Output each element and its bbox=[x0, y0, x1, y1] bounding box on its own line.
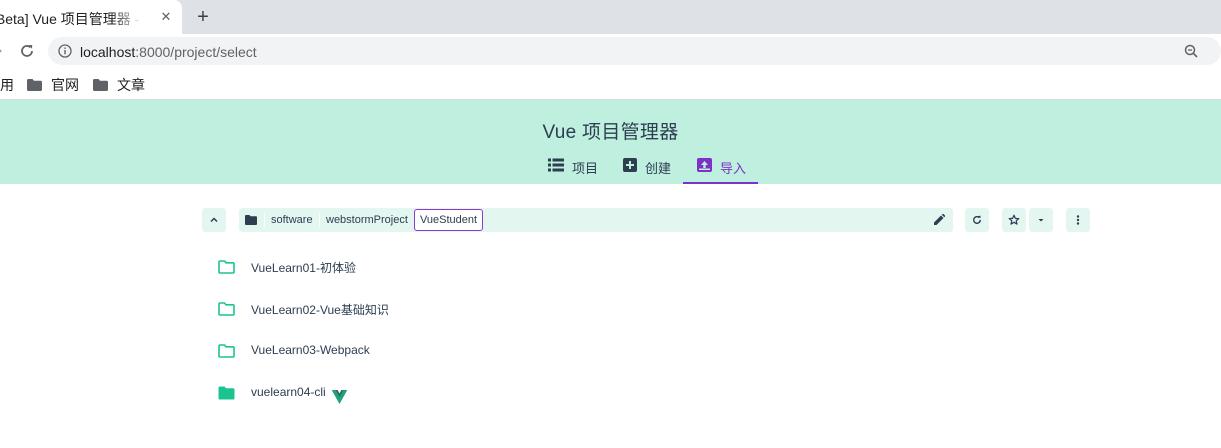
folder-name: VueLearn01-初体验 bbox=[251, 261, 356, 275]
caret-down-icon bbox=[1038, 219, 1044, 222]
folder-name: vuelearn04-cli bbox=[251, 385, 326, 399]
bookmark-apps[interactable]: 用 bbox=[0, 75, 14, 95]
info-icon[interactable] bbox=[58, 44, 72, 58]
folder-row[interactable]: VueLearn02-Vue基础知识 bbox=[218, 298, 389, 320]
more-vertical-icon bbox=[1076, 215, 1080, 225]
path-segment-current[interactable]: VueStudent bbox=[414, 209, 484, 231]
tab-strip: [Beta] Vue 项目管理器 - Vue CLI ✕ + bbox=[0, 0, 1221, 34]
folder-row[interactable]: VueLearn03-Webpack bbox=[218, 340, 370, 362]
favorite-button[interactable] bbox=[1002, 208, 1026, 232]
bookmark-label: 文章 bbox=[117, 77, 145, 93]
forward-icon[interactable] bbox=[0, 43, 6, 59]
bookmark-folder-articles[interactable]: 文章 bbox=[93, 75, 145, 95]
folder-name: VueLearn02-Vue基础知识 bbox=[251, 303, 389, 317]
root-folder-button[interactable] bbox=[245, 208, 259, 232]
edit-path-button[interactable] bbox=[933, 208, 949, 232]
favorites-dropdown-button[interactable] bbox=[1029, 208, 1053, 232]
address-bar[interactable]: localhost:8000/project/select ⌄ bbox=[48, 37, 1221, 65]
tab-label: 导入 bbox=[720, 161, 747, 176]
folder-filled-icon bbox=[218, 386, 235, 400]
folder-outline-icon bbox=[218, 302, 235, 316]
refresh-button[interactable] bbox=[965, 208, 989, 232]
path-separator bbox=[319, 213, 320, 227]
chevron-up-icon bbox=[210, 217, 218, 223]
pencil-icon bbox=[934, 213, 946, 225]
path-separator bbox=[264, 213, 265, 227]
folder-icon bbox=[245, 215, 257, 225]
folder-row[interactable]: VueLearn01-初体验 bbox=[218, 256, 356, 278]
folder-outline-icon bbox=[218, 260, 235, 274]
folder-name: VueLearn03-Webpack bbox=[251, 343, 370, 357]
new-tab-icon[interactable]: + bbox=[192, 6, 214, 28]
path-segment-webstormproject[interactable]: webstormProject bbox=[326, 208, 408, 232]
app-header: Vue 项目管理器 项目 创建 导入 bbox=[0, 100, 1221, 184]
import-icon bbox=[697, 158, 712, 172]
bookmark-label: 用 bbox=[0, 77, 14, 93]
bookmark-label: 官网 bbox=[51, 77, 79, 93]
bookmark-folder-official[interactable]: 官网 bbox=[27, 75, 79, 95]
more-options-button[interactable] bbox=[1066, 208, 1090, 232]
folder-icon bbox=[27, 79, 42, 91]
parent-folder-button[interactable] bbox=[202, 208, 226, 232]
browser-tab[interactable]: [Beta] Vue 项目管理器 - Vue CLI ✕ bbox=[0, 0, 182, 34]
refresh-icon bbox=[973, 215, 981, 224]
tab-create[interactable]: 创建 bbox=[623, 150, 671, 184]
path-segment-software[interactable]: software bbox=[271, 208, 313, 232]
url-text: localhost:8000/project/select bbox=[80, 44, 257, 60]
tab-title: [Beta] Vue 项目管理器 - Vue CLI bbox=[0, 11, 142, 27]
tab-label: 创建 bbox=[645, 161, 672, 176]
zoom-icon[interactable] bbox=[1184, 44, 1198, 58]
folder-outline-icon bbox=[218, 344, 235, 358]
star-icon bbox=[1008, 214, 1020, 225]
tab-label: 项目 bbox=[572, 161, 599, 176]
vue-logo-icon bbox=[331, 390, 348, 407]
folder-icon bbox=[93, 79, 108, 91]
list-icon bbox=[548, 158, 564, 172]
bookmarks-bar: 用 官网 文章 bbox=[0, 68, 1221, 100]
browser-toolbar: localhost:8000/project/select ⌄ bbox=[0, 34, 1221, 68]
path-bar: software webstormProject VueStudent bbox=[239, 208, 953, 232]
reload-icon[interactable] bbox=[18, 42, 36, 60]
plus-box-icon bbox=[623, 158, 637, 172]
page-title: Vue 项目管理器 bbox=[542, 122, 679, 143]
tab-import[interactable]: 导入 bbox=[683, 150, 758, 184]
folder-row-selected[interactable]: vuelearn04-cli bbox=[218, 382, 348, 404]
tab-projects[interactable]: 项目 bbox=[548, 150, 598, 184]
close-icon[interactable]: ✕ bbox=[158, 9, 174, 25]
